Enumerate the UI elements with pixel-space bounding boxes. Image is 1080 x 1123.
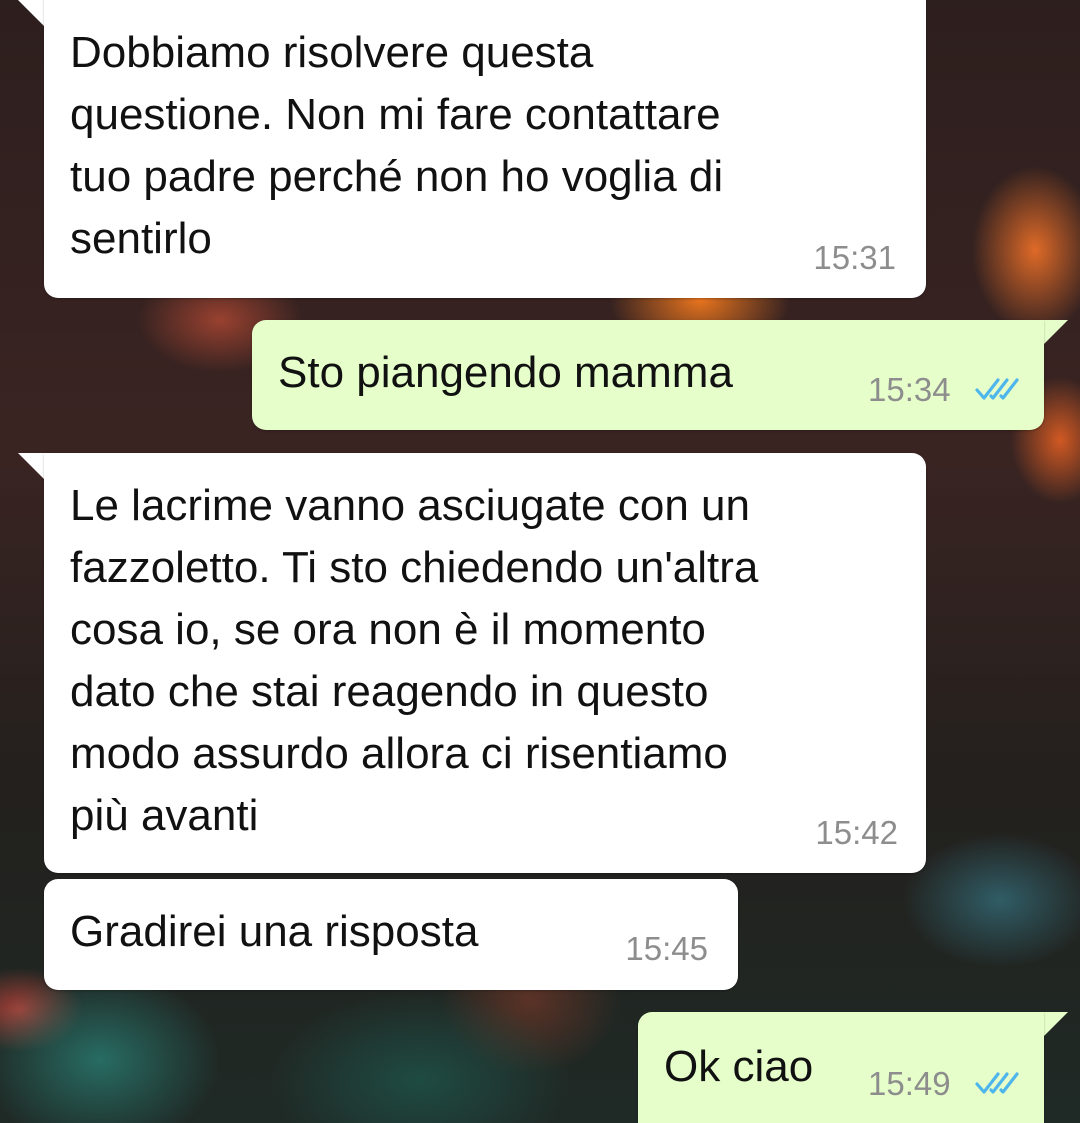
- message-timestamp: 15:42: [815, 814, 898, 851]
- message-timestamp: 15:49: [868, 1065, 951, 1102]
- bubble-tail: [1040, 320, 1068, 348]
- message-timestamp: 15:34: [868, 371, 951, 408]
- message-text-line: modo assurdo allora ci risentiamo: [70, 729, 728, 778]
- incoming-message[interactable]: Le lacrime vanno asciugate con un fazzol…: [44, 453, 926, 873]
- message-text-line: dato che stai reagendo in questo: [70, 667, 709, 716]
- read-receipt-icon: [975, 378, 1019, 400]
- read-receipt-icon: [975, 1072, 1019, 1094]
- message-text-line: Sto piangendo mamma: [278, 348, 733, 397]
- message-text-line: questione. Non mi fare contattare: [70, 90, 721, 139]
- message-timestamp: 15:45: [625, 930, 708, 967]
- bubble-tail: [18, 453, 46, 481]
- outgoing-message[interactable]: Ok ciao 15:49: [638, 1012, 1044, 1123]
- outgoing-message[interactable]: Sto piangendo mamma 15:34: [252, 320, 1044, 430]
- incoming-message[interactable]: Gradirei una risposta 15:45: [44, 879, 738, 990]
- message-text-line: Gradirei una risposta: [70, 907, 479, 956]
- incoming-message[interactable]: Dobbiamo risolvere questa questione. Non…: [44, 0, 926, 298]
- message-text-line: Dobbiamo risolvere questa: [70, 28, 594, 77]
- message-text-line: Ok ciao: [664, 1042, 814, 1091]
- message-text-line: tuo padre perché non ho voglia di: [70, 152, 724, 201]
- message-text-line: Le lacrime vanno asciugate con un: [70, 481, 750, 530]
- bubble-tail: [1040, 1012, 1068, 1040]
- message-text-line: più avanti: [70, 791, 259, 840]
- bubble-tail: [18, 0, 46, 28]
- message-text-line: cosa io, se ora non è il momento: [70, 605, 706, 654]
- message-text-line: sentirlo: [70, 214, 212, 263]
- message-timestamp: 15:31: [813, 239, 896, 276]
- message-text-line: fazzoletto. Ti sto chiedendo un'altra: [70, 543, 759, 592]
